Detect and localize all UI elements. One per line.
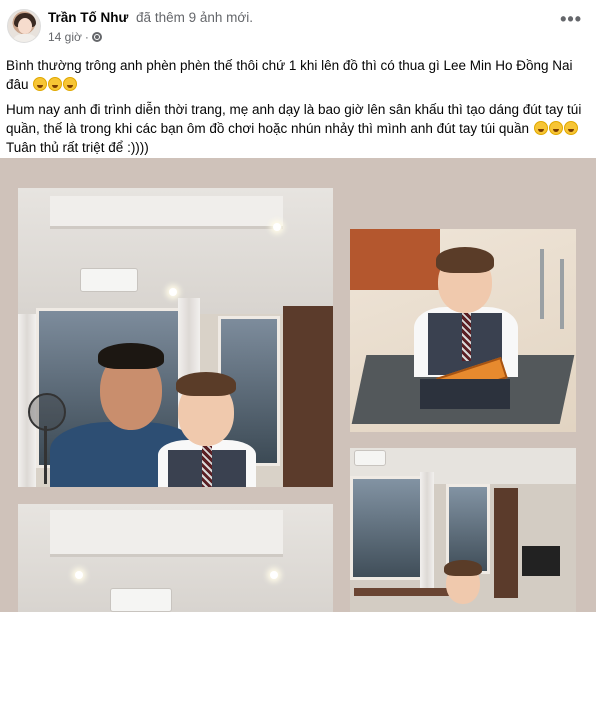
wood-panel (350, 229, 441, 290)
fan-stand (44, 426, 47, 484)
window (350, 476, 424, 580)
laughing-emoji-icon (63, 77, 78, 91)
author-avatar[interactable] (7, 9, 41, 43)
fan (28, 393, 66, 431)
air-conditioner (110, 588, 172, 612)
boy-tie (462, 313, 471, 361)
author-name[interactable]: Trần Tố Như (48, 10, 128, 25)
cabinet (283, 306, 333, 487)
post-paragraph-1: Bình thường trông anh phèn phèn thế thôi… (6, 56, 591, 94)
photo-ceiling (18, 504, 333, 612)
curtain (420, 472, 434, 592)
post-text-line-2: Hum nay anh đi trình diễn thời trang, mẹ… (6, 102, 582, 136)
avatar-body (12, 34, 38, 42)
boy-hair (444, 560, 482, 576)
air-conditioner (354, 450, 386, 466)
more-options-icon[interactable]: ••• (560, 10, 582, 28)
television (522, 546, 560, 576)
laughing-emoji-icon (48, 77, 63, 91)
avatar-face (18, 18, 32, 34)
photo-ceiling-panel (49, 195, 283, 229)
ceiling-lamp (273, 223, 282, 232)
photo-3[interactable] (18, 504, 333, 612)
photo-ceiling-panel (49, 510, 283, 557)
laughing-emoji-icon (533, 121, 548, 135)
ceiling-lamp (169, 288, 178, 297)
boy-shorts (420, 379, 510, 409)
man-hair (98, 343, 164, 369)
post-paragraph-2: Hum nay anh đi trình diễn thời trang, mẹ… (6, 100, 591, 157)
laughing-emoji-icon (563, 121, 578, 135)
post-text: Bình thường trông anh phèn phèn thế thôi… (6, 56, 591, 163)
photo-gallery: Activ Go to S (0, 158, 596, 724)
photo-1[interactable] (18, 188, 333, 487)
cabinet (494, 488, 518, 598)
laughing-emoji-icon (548, 121, 563, 135)
chair-leg (560, 259, 564, 329)
post-action-text: đã thêm 9 ảnh mới. (136, 10, 253, 25)
photo-ceiling (18, 188, 333, 314)
ceiling-lamp (270, 570, 278, 579)
boy-hair (176, 372, 236, 396)
photo-4[interactable] (350, 448, 576, 612)
laughing-emoji-icon (33, 77, 48, 91)
watermark-line-2: Go to S (548, 712, 586, 724)
post-text-line-1: Bình thường trông anh phèn phèn thế thôi… (6, 58, 573, 92)
table (354, 588, 450, 596)
boy-tie (202, 446, 212, 487)
meta-separator: · (84, 30, 89, 44)
activation-watermark: Activ Go to S (548, 694, 585, 726)
facebook-post: Trần Tố Như đã thêm 9 ảnh mới. 14 giờ · … (0, 0, 596, 724)
globe-icon[interactable] (91, 32, 102, 42)
ceiling-lamp (74, 570, 83, 579)
air-conditioner (80, 268, 138, 292)
chair-leg (540, 249, 544, 319)
watermark-line-1: Activ (548, 694, 577, 709)
post-text-line-3: Tuân thủ rất triệt để :)))) (6, 140, 149, 155)
post-meta: 14 giờ · (48, 30, 102, 44)
post-header: Trần Tố Như đã thêm 9 ảnh mới. 14 giờ · … (0, 0, 596, 50)
photo-2[interactable] (350, 229, 576, 432)
boy-hair (436, 247, 494, 273)
post-timestamp[interactable]: 14 giờ (48, 30, 82, 44)
author-line: Trần Tố Như đã thêm 9 ảnh mới. (48, 10, 253, 25)
